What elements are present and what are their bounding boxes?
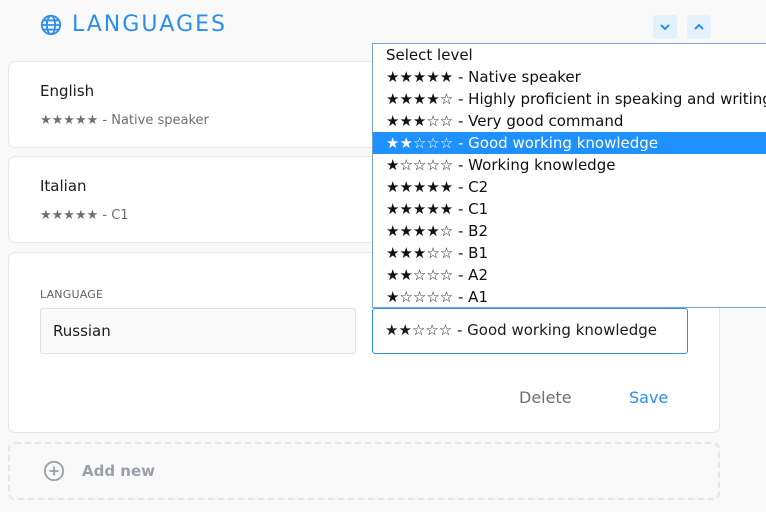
- delete-button[interactable]: Delete: [519, 388, 572, 407]
- dropdown-option[interactable]: ★★☆☆☆ - A2: [373, 264, 766, 286]
- language-name: English: [40, 82, 95, 100]
- dropdown-option[interactable]: ★★★☆☆ - Very good command: [373, 110, 766, 132]
- add-new-label: Add new: [82, 462, 156, 480]
- dropdown-option[interactable]: ★☆☆☆☆ - A1: [373, 286, 766, 307]
- language-name: Italian: [40, 177, 87, 195]
- dropdown-option[interactable]: ★★★★★ - C1: [373, 198, 766, 220]
- globe-icon: [40, 14, 62, 35]
- dropdown-option[interactable]: ★★★★☆ - B2: [373, 220, 766, 242]
- language-level: ★★★★★ - C1: [40, 208, 129, 223]
- dropdown-option[interactable]: ★☆☆☆☆ - Working knowledge: [373, 154, 766, 176]
- language-level: ★★★★★ - Native speaker: [40, 113, 209, 128]
- dropdown-placeholder-option[interactable]: Select level: [373, 44, 766, 66]
- language-field-label: LANGUAGE: [40, 288, 104, 301]
- move-down-button[interactable]: [653, 15, 677, 39]
- move-up-button[interactable]: [687, 15, 711, 39]
- level-dropdown-list[interactable]: Select level ★★★★★ - Native speaker ★★★★☆ …: [372, 43, 766, 308]
- add-new-button[interactable]: Add new: [8, 442, 720, 500]
- dropdown-option[interactable]: ★★★★★ - Native speaker: [373, 66, 766, 88]
- dropdown-option[interactable]: ★★★☆☆ - B1: [373, 242, 766, 264]
- chevron-up-icon: [694, 23, 704, 30]
- chevron-down-icon: [660, 24, 670, 31]
- section-title: LANGUAGES: [72, 12, 227, 37]
- level-select[interactable]: ★★☆☆☆ - Good working knowledge: [372, 308, 688, 354]
- plus-circle-icon: [43, 460, 65, 482]
- dropdown-option[interactable]: ★★★★☆ - Highly proficient in speaking an…: [373, 88, 766, 110]
- section-header: LANGUAGES: [40, 12, 227, 37]
- save-button[interactable]: Save: [629, 388, 668, 407]
- dropdown-option[interactable]: ★★★★★ - C2: [373, 176, 766, 198]
- dropdown-option[interactable]: ★★☆☆☆ - Good working knowledge: [373, 132, 766, 154]
- language-input[interactable]: Russian: [40, 308, 356, 354]
